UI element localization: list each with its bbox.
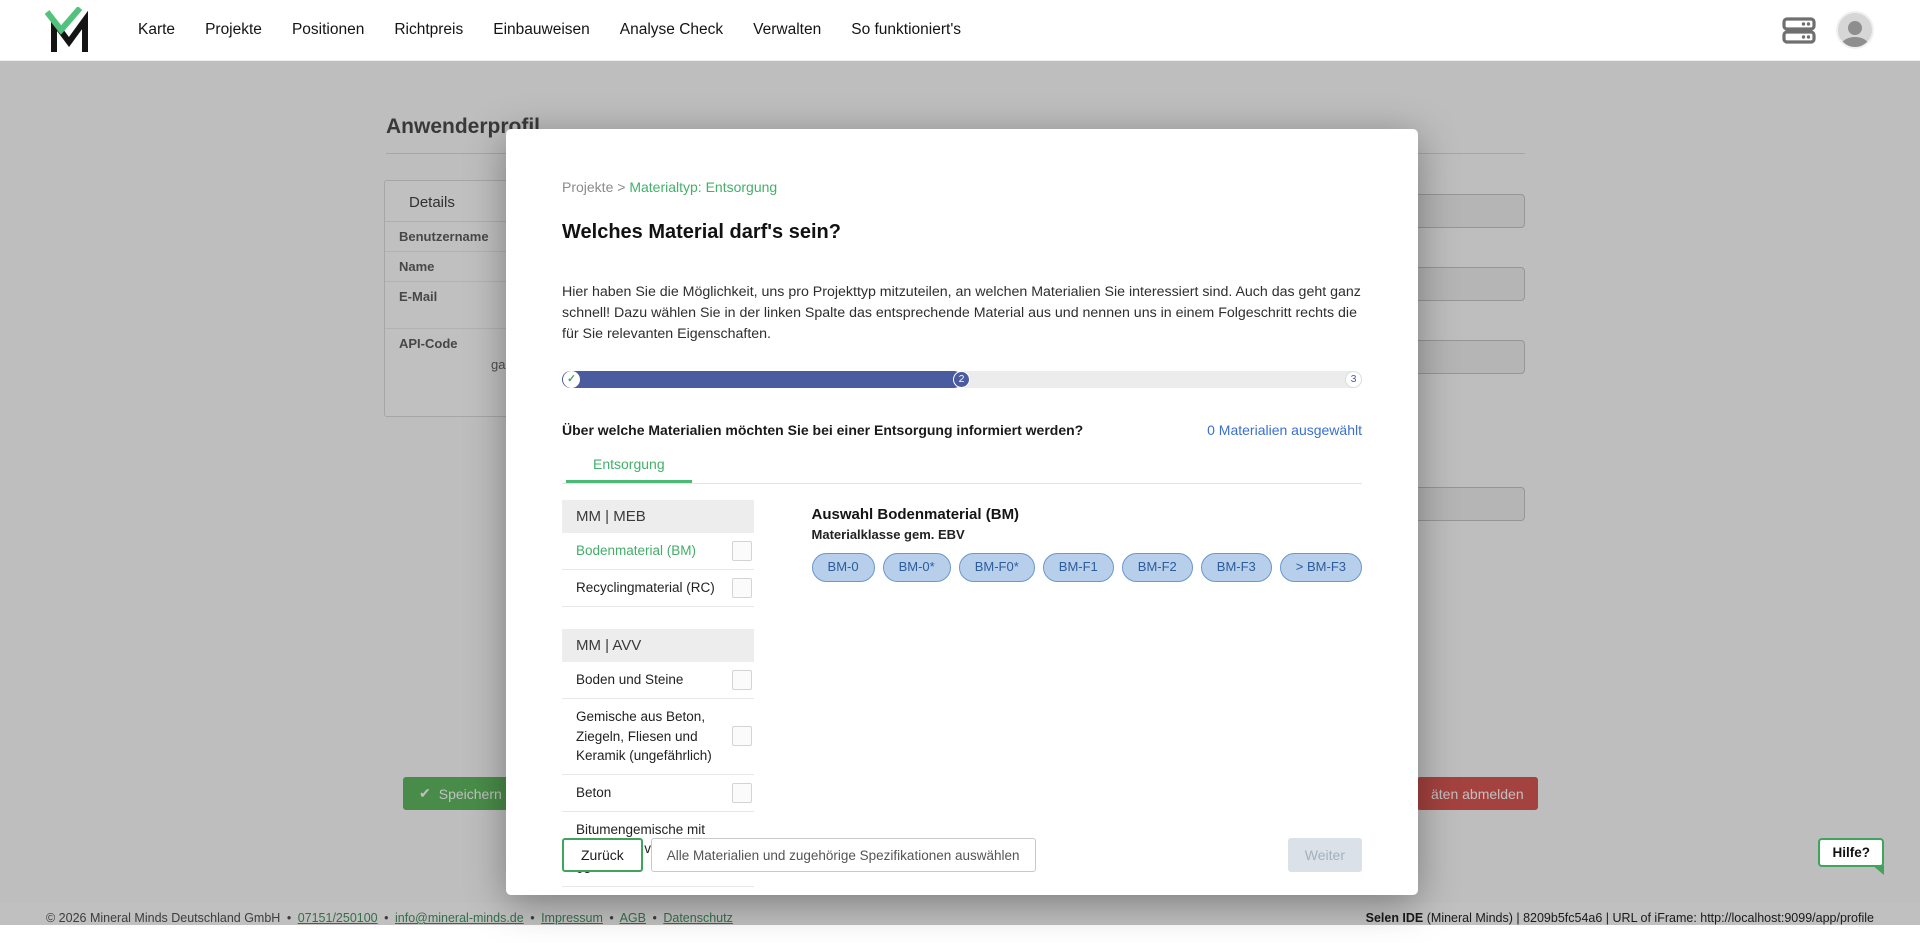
- help-button[interactable]: Hilfe?: [1818, 838, 1884, 867]
- user-avatar-icon[interactable]: [1836, 11, 1874, 49]
- chip-bm-f3[interactable]: BM-F3: [1201, 553, 1272, 582]
- progress-step-1-check-icon: ✓: [563, 371, 580, 388]
- breadcrumb-current: Materialtyp: Entsorgung: [629, 179, 777, 195]
- selection-subtitle: Materialklasse gem. EBV: [812, 527, 1362, 542]
- selection-panel: Auswahl Bodenmaterial (BM) Materialklass…: [812, 500, 1362, 887]
- nav-item-analyse-check[interactable]: Analyse Check: [620, 21, 723, 39]
- logo[interactable]: [44, 7, 90, 53]
- chip-bm-f0s[interactable]: BM-F0*: [959, 553, 1035, 582]
- chip-bm-f1[interactable]: BM-F1: [1043, 553, 1114, 582]
- progress-step-3: 3: [1345, 371, 1362, 388]
- main-nav: Karte Projekte Positionen Richtpreis Ein…: [138, 21, 961, 39]
- chip-bm-0[interactable]: BM-0: [812, 553, 875, 582]
- modal-intro-text: Hier haben Sie die Möglichkeit, uns pro …: [562, 282, 1362, 345]
- modal-title: Welches Material darf's sein?: [562, 221, 1362, 244]
- list-item-recyclingmaterial[interactable]: Recyclingmaterial (RC): [562, 570, 754, 607]
- list-item-beton[interactable]: Beton: [562, 775, 754, 812]
- nav-item-richtpreis[interactable]: Richtpreis: [394, 21, 463, 39]
- chip-gt-bm-f3[interactable]: > BM-F3: [1280, 553, 1362, 582]
- group-header-mm-meb: MM | MEB: [562, 500, 754, 533]
- chip-bm-f2[interactable]: BM-F2: [1122, 553, 1193, 582]
- question-text: Über welche Materialien möchten Sie bei …: [562, 422, 1083, 438]
- checkbox-recyclingmaterial[interactable]: [732, 578, 752, 598]
- next-button[interactable]: Weiter: [1288, 838, 1362, 872]
- breadcrumb-projekte[interactable]: Projekte >: [562, 179, 625, 195]
- material-class-chips: BM-0 BM-0* BM-F0* BM-F1 BM-F2 BM-F3 > BM…: [812, 553, 1362, 582]
- list-item-bodenmaterial[interactable]: Bodenmaterial (BM): [562, 533, 754, 570]
- nav-item-positionen[interactable]: Positionen: [292, 21, 364, 39]
- server-icon[interactable]: [1782, 17, 1816, 44]
- group-header-mm-avv: MM | AVV: [562, 629, 754, 662]
- progress-bar: ✓ 2 3: [562, 371, 1362, 388]
- app-header: Karte Projekte Positionen Richtpreis Ein…: [0, 0, 1920, 61]
- nav-item-projekte[interactable]: Projekte: [205, 21, 262, 39]
- select-all-button[interactable]: Alle Materialien und zugehörige Spezifik…: [651, 838, 1036, 872]
- back-button[interactable]: Zurück: [562, 838, 643, 872]
- progress-step-fill: [562, 371, 962, 388]
- nav-item-so-funktionierts[interactable]: So funktioniert's: [851, 21, 961, 39]
- tab-bar: Entsorgung: [562, 448, 1362, 484]
- chip-bm-0s[interactable]: BM-0*: [883, 553, 951, 582]
- material-type-modal: Projekte > Materialtyp: Entsorgung Welch…: [506, 129, 1418, 895]
- checkbox-boden-und-steine[interactable]: [732, 670, 752, 690]
- tab-entsorgung[interactable]: Entsorgung: [566, 448, 692, 483]
- selection-title: Auswahl Bodenmaterial (BM): [812, 506, 1362, 523]
- material-list: MM | MEB Bodenmaterial (BM) Recyclingmat…: [562, 500, 754, 887]
- nav-item-karte[interactable]: Karte: [138, 21, 175, 39]
- progress-step-2: 2: [953, 371, 970, 388]
- mineral-minds-logo-icon: [44, 7, 90, 53]
- list-item-gemische[interactable]: Gemische aus Beton, Ziegeln, Fliesen und…: [562, 699, 754, 775]
- list-item-boden-und-steine[interactable]: Boden und Steine: [562, 662, 754, 699]
- nav-item-einbauweisen[interactable]: Einbauweisen: [493, 21, 590, 39]
- breadcrumb: Projekte > Materialtyp: Entsorgung: [562, 179, 1362, 195]
- checkbox-beton[interactable]: [732, 783, 752, 803]
- nav-item-verwalten[interactable]: Verwalten: [753, 21, 821, 39]
- checkbox-gemische[interactable]: [732, 726, 752, 746]
- selected-count: 0 Materialien ausgewählt: [1207, 422, 1362, 438]
- checkbox-bodenmaterial[interactable]: [732, 541, 752, 561]
